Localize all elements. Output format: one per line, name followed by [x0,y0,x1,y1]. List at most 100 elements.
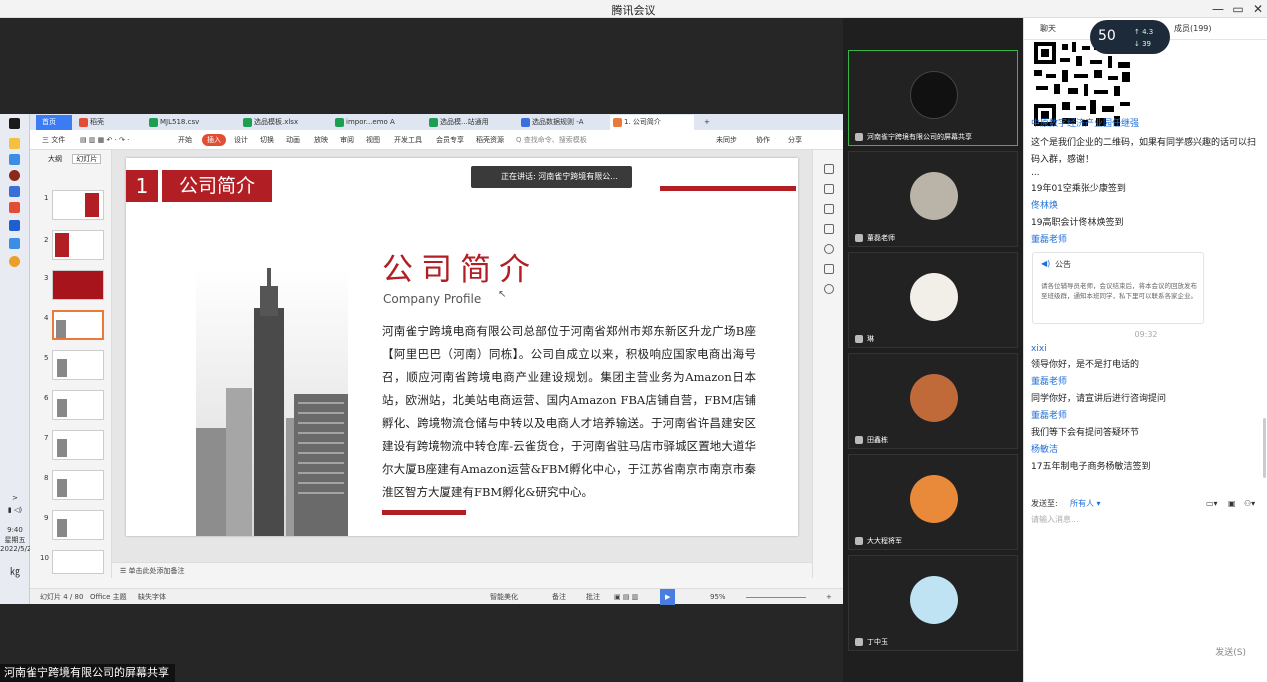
announcement-card[interactable]: ◀) 公告 请各位辅导员老师，会议结束后，将本会议的回放发布至班级群，通知本班同学… [1032,252,1204,324]
app-icon[interactable] [9,238,20,249]
adjust-icon[interactable] [824,184,834,194]
view-icons[interactable]: ▣ ▤ ▥ [614,589,638,605]
zoom-slider[interactable] [746,597,806,598]
help-icon[interactable] [824,244,834,254]
command-search[interactable]: Q 查找命令、搜索模板 [516,134,587,146]
decorative-line [660,186,796,191]
video-tile[interactable]: 田鑫栋 [848,353,1018,449]
menu-resources[interactable]: 稻壳资源 [476,134,504,146]
menu-slideshow[interactable]: 放映 [314,134,328,146]
tab-slides[interactable]: 幻灯片 [72,154,102,164]
chat-message: 这个是我们企业的二维码，如果有同学感兴趣的话可以扫码入群，感谢！ [1031,138,1257,165]
star-icon[interactable] [824,204,834,214]
slide[interactable]: 1 公司简介 公司简介 Company Profile ↖ 河南雀宁跨境电商有限… [126,158,798,536]
network-status-badge[interactable]: 50 ↑ 4.3 ↓ 39 [1090,20,1170,54]
slide-thumbnail[interactable] [52,470,104,500]
windows-start-icon[interactable] [9,118,20,129]
minimize-button[interactable]: — [1207,0,1229,18]
share-button[interactable]: 分享 [788,134,802,146]
city-skyline-image [196,268,348,536]
tab-home[interactable]: 首页 [36,115,72,130]
volume-icon[interactable]: ▮ ◁) [0,506,30,515]
members-tab[interactable]: 成员(199) [1174,18,1212,40]
format-icon[interactable] [824,164,834,174]
chat-tab[interactable]: 聊天 [1040,18,1056,40]
missing-font[interactable]: 缺失字体 [138,589,166,605]
chat-input[interactable]: 请输入消息... 发送(S) [1024,512,1267,662]
slide-thumbnail[interactable] [52,430,104,460]
menu-review[interactable]: 审阅 [340,134,354,146]
send-to-dropdown[interactable]: 所有人 ▾ [1070,496,1101,512]
chat-message: ... [1031,168,1040,178]
tab-daoke[interactable]: 稻壳 [76,115,140,130]
collab-button[interactable]: 协作 [756,134,770,146]
wps-ribbon: 三 文件 ▤ ▥ ▦ ↶ · ↷ · 开始 插入 设计 切换 动画 放映 审阅 … [30,130,843,150]
layers-icon[interactable] [824,224,834,234]
app-icon[interactable] [9,220,20,231]
tab-xlsx[interactable]: 选品模板.xlsx [240,115,320,130]
menu-insert[interactable]: 插入 [202,134,226,146]
close-button[interactable]: ✕ [1247,0,1267,18]
toolbar-quick-icons[interactable]: ▤ ▥ ▦ ↶ · ↷ · [80,134,129,146]
app-icon[interactable] [9,186,20,197]
menu-file[interactable]: 三 文件 [42,134,65,146]
slide-section-title: 公司简介 [162,170,272,202]
input-method-icon[interactable]: ㎏ [0,568,30,578]
video-tile[interactable]: 丁中玉 [848,555,1018,651]
tab-template[interactable]: 选品模...站通用 [426,115,514,130]
notes-bar[interactable]: ☰ 单击此处添加备注 [112,562,812,578]
zoom-in-button[interactable]: + [826,589,832,605]
slide-thumbnail[interactable] [52,550,104,574]
app-icon[interactable] [9,170,20,181]
person-icon[interactable]: ⚇▾ [1244,496,1255,512]
slide-thumbnail[interactable] [52,390,104,420]
chrome-icon[interactable] [9,256,20,267]
picture-icon[interactable] [824,264,834,274]
chat-scrollbar[interactable] [1263,418,1266,478]
slide-thumbnail[interactable] [52,230,104,260]
tab-outline[interactable]: 大纲 [48,155,62,163]
slide-thumbnail-selected[interactable] [52,310,104,340]
sync-status[interactable]: 未同步 [716,134,737,146]
tab-company-profile[interactable]: 1. 公司简介 [610,115,694,130]
send-button[interactable]: 发送(S) [1215,645,1246,658]
zoom-level[interactable]: 95% [710,589,726,605]
slide-thumbnail[interactable] [52,270,104,300]
decorative-line [382,510,466,515]
folder-icon[interactable] [9,138,20,149]
file-icon[interactable]: ▭▾ [1206,496,1218,512]
wps-tab-bar: 首页 稻壳 MJL518.csv 选品模板.xlsx impor...emo A… [30,114,843,130]
wps-window: > ▮ ◁) 9:40 星期五 2022/5/20 ㎏ 首页 稻壳 MJL518… [0,114,843,605]
screenshot-icon[interactable]: ▣ [1228,496,1236,512]
menu-member[interactable]: 会员专享 [436,134,464,146]
video-tile[interactable]: 董磊老师 [848,151,1018,247]
menu-transition[interactable]: 切换 [260,134,274,146]
menu-design[interactable]: 设计 [234,134,248,146]
wps-icon[interactable] [9,202,20,213]
tab-rules[interactable]: 选品数据规则 -A [518,115,606,130]
video-tile[interactable]: 大大程将军 [848,454,1018,550]
location-icon[interactable] [824,284,834,294]
video-tile[interactable]: 琳 [848,252,1018,348]
menu-animation[interactable]: 动画 [286,134,300,146]
video-tile[interactable]: 河南雀宁跨境有限公司的屏幕共享 [848,50,1018,146]
window-title: 腾讯会议 [611,4,656,17]
tab-import[interactable]: impor...emo A [332,115,412,130]
tab-csv[interactable]: MJL518.csv [146,115,228,130]
slide-thumbnail[interactable] [52,350,104,380]
menu-start[interactable]: 开始 [178,134,192,146]
slide-thumbnail[interactable] [52,190,104,220]
send-to-label: 发送至: [1031,499,1058,508]
smart-beautify[interactable]: 智能美化 [490,589,518,605]
menu-view[interactable]: 视图 [366,134,380,146]
app-icon[interactable] [9,154,20,165]
menu-devtools[interactable]: 开发工具 [394,134,422,146]
play-icon[interactable]: ▶ [660,589,676,605]
comments-toggle[interactable]: 批注 [586,589,600,605]
chat-panel: 聊天 成员(199) 中原数字经济产业园任继强 这个是我们企业的二维码，如果有同… [1023,18,1267,682]
new-tab-button[interactable]: + [702,115,716,130]
slide-thumbnail[interactable] [52,510,104,540]
slide-counter: 幻灯片 4 / 80 [40,593,84,601]
notes-toggle[interactable]: 备注 [552,589,566,605]
maximize-button[interactable]: ▭ [1227,0,1249,18]
